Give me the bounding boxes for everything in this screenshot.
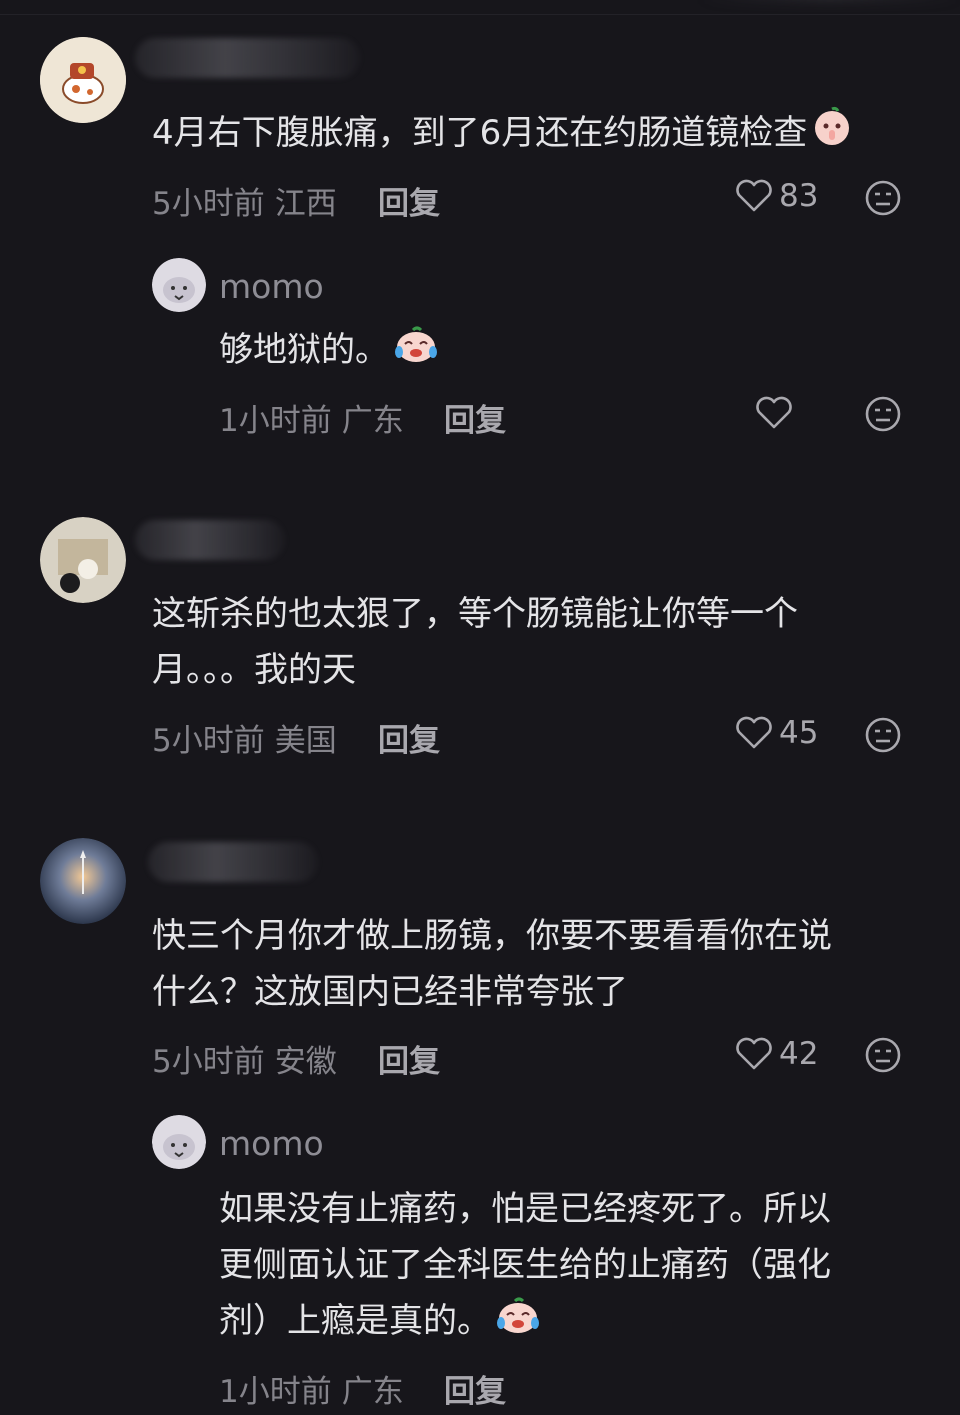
reply-avatar[interactable] [152, 1115, 206, 1169]
dislike-button[interactable] [864, 395, 902, 433]
reply-text: 够地狱的。 [219, 322, 439, 381]
avatar[interactable] [40, 37, 126, 123]
heart-outline-icon [735, 179, 773, 213]
heart-outline-icon [755, 396, 793, 430]
location: 安徽 [274, 1044, 337, 1080]
blurred-username [135, 520, 285, 560]
location: 美国 [274, 723, 337, 759]
shush-peach-emoji [811, 105, 853, 164]
crying-laugh-peach-emoji [495, 1293, 541, 1352]
dislike-button[interactable] [864, 179, 902, 217]
timestamp: 5小时前 [152, 1044, 265, 1080]
like-button[interactable]: 83 [735, 178, 818, 214]
timestamp: 5小时前 [152, 186, 265, 222]
reply-button[interactable]: 回复 [378, 178, 440, 223]
dislike-button[interactable] [864, 716, 902, 754]
crying-laugh-peach-emoji [393, 322, 439, 381]
timestamp: 1小时前 [219, 403, 332, 439]
reply-button[interactable]: 回复 [444, 395, 506, 440]
location: 广东 [341, 1374, 404, 1410]
comment-text: 4月右下腹胀痛，到了6月还在约肠道镜检查 [152, 105, 853, 164]
timestamp: 5小时前 [152, 723, 265, 759]
like-button[interactable]: 45 [735, 715, 818, 751]
heart-outline-icon [735, 1037, 773, 1071]
reply-button[interactable]: 回复 [444, 1366, 506, 1411]
comment-meta: 5小时前 江西 [152, 178, 337, 223]
heart-outline-icon [735, 716, 773, 750]
reply-username[interactable]: momo [219, 267, 324, 306]
meh-face-icon [864, 395, 902, 433]
like-count: 42 [779, 1036, 819, 1072]
like-button[interactable] [755, 396, 793, 430]
like-button[interactable]: 42 [735, 1036, 818, 1072]
reply-button[interactable]: 回复 [378, 1036, 440, 1081]
like-count: 45 [779, 715, 819, 751]
reply-username[interactable]: momo [219, 1124, 324, 1163]
blurred-username [148, 842, 318, 882]
avatar[interactable] [40, 838, 126, 924]
reply-avatar[interactable] [152, 258, 206, 312]
comment-meta: 5小时前 安徽 [152, 1036, 337, 1081]
dislike-button[interactable] [864, 1036, 902, 1074]
reply-meta: 1小时前 广东 [219, 1366, 404, 1411]
blurred-username [135, 38, 360, 78]
meh-face-icon [864, 179, 902, 217]
top-divider [0, 14, 960, 15]
location: 江西 [274, 186, 337, 222]
meh-face-icon [864, 1036, 902, 1074]
avatar[interactable] [40, 517, 126, 603]
comment-meta: 5小时前 美国 [152, 715, 337, 760]
meh-face-icon [864, 716, 902, 754]
reply-button[interactable]: 回复 [378, 715, 440, 760]
location: 广东 [341, 403, 404, 439]
like-count: 83 [779, 178, 819, 214]
reply-meta: 1小时前 广东 [219, 395, 404, 440]
timestamp: 1小时前 [219, 1374, 332, 1410]
